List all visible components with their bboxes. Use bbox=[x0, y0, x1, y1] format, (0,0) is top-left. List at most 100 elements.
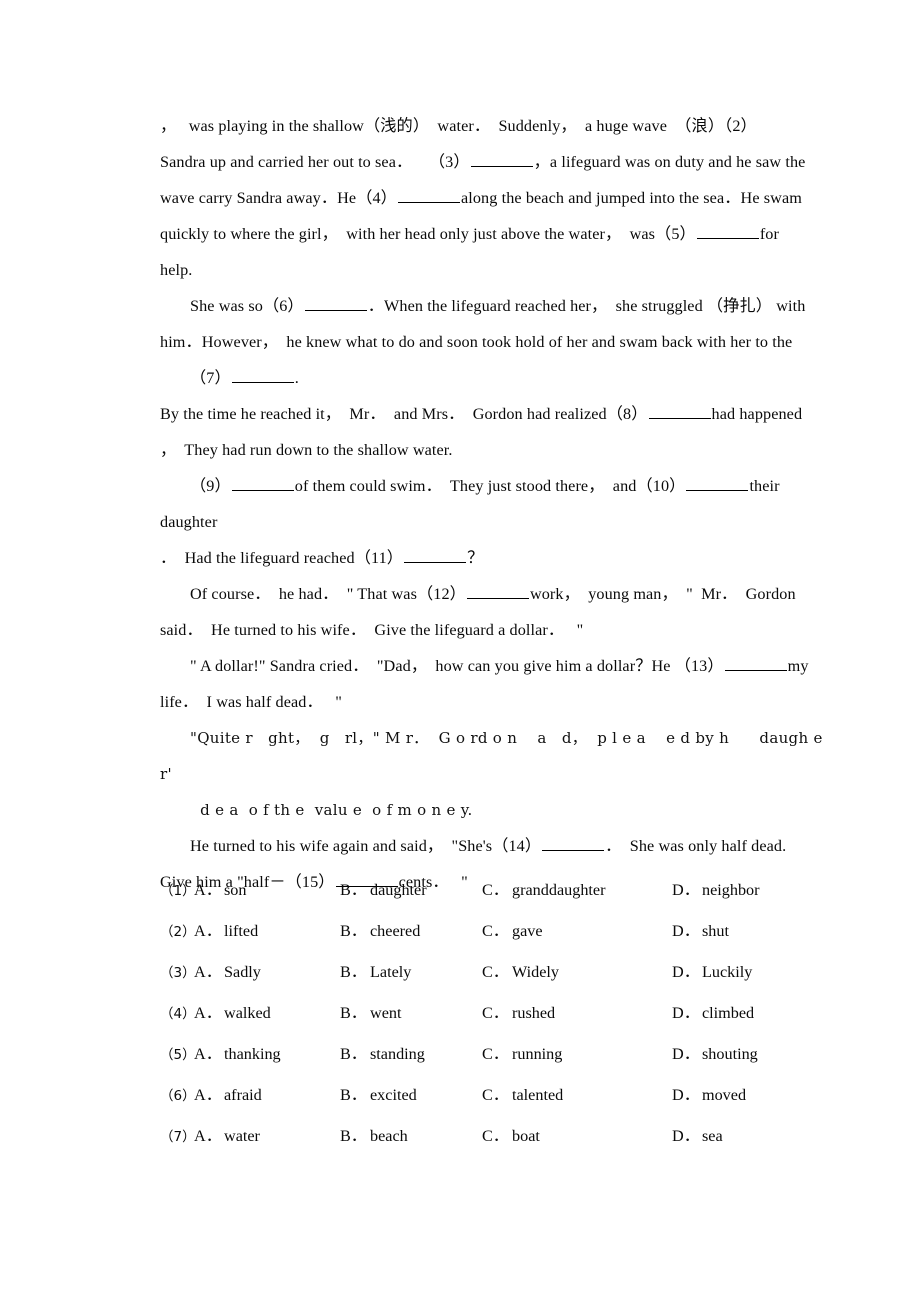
passage-line: "Quite r ght， g rl，" M r． G o rd o n a d… bbox=[160, 720, 828, 792]
option-choice[interactable]: A． thanking bbox=[194, 1040, 340, 1064]
option-choice[interactable]: D． climbed bbox=[672, 999, 822, 1023]
passage-text: ． Had the lifeguard reached（11） bbox=[160, 549, 404, 567]
option-choice[interactable]: A． walked bbox=[194, 999, 340, 1023]
option-text: running bbox=[512, 1045, 563, 1063]
option-choice[interactable]: D． shouting bbox=[672, 1040, 822, 1064]
option-choice[interactable]: D． shut bbox=[672, 917, 822, 941]
fill-in-blank[interactable] bbox=[304, 295, 367, 311]
option-choice[interactable]: A． water bbox=[194, 1122, 340, 1146]
option-text: afraid bbox=[224, 1086, 262, 1104]
option-choice[interactable]: C． Widely bbox=[482, 958, 672, 982]
passage-text: （7） bbox=[190, 369, 231, 387]
option-text: gave bbox=[512, 922, 543, 940]
option-letter: C． bbox=[482, 963, 509, 981]
option-choice[interactable]: B． excited bbox=[340, 1081, 482, 1105]
passage-line: She was so（6） ．When the lifeguard reached… bbox=[160, 288, 828, 324]
option-text: went bbox=[370, 1004, 402, 1022]
option-letter: D． bbox=[672, 963, 700, 981]
question-number: （2） bbox=[160, 924, 196, 940]
fill-in-blank[interactable] bbox=[724, 655, 787, 671]
option-letter: C． bbox=[482, 881, 509, 899]
option-letter: C． bbox=[482, 1086, 509, 1104]
passage-text: "Quite r ght， g rl，" M r． G o rd o n a d… bbox=[160, 729, 828, 783]
option-choice[interactable]: B． cheered bbox=[340, 917, 482, 941]
option-choice[interactable]: B． standing bbox=[340, 1040, 482, 1064]
fill-in-blank[interactable] bbox=[231, 367, 294, 383]
option-text: water bbox=[224, 1127, 260, 1145]
fill-in-blank[interactable] bbox=[470, 151, 533, 167]
passage-line: wave carry Sandra away．He（4） along the be… bbox=[160, 180, 828, 216]
fill-in-blank[interactable] bbox=[686, 475, 749, 491]
option-choice[interactable]: B． daughter bbox=[340, 876, 482, 900]
option-choice[interactable]: D． moved bbox=[672, 1081, 822, 1105]
option-text: son bbox=[224, 881, 247, 899]
passage-line: He turned to his wife again and said， "S… bbox=[160, 828, 828, 864]
passage-text: By the time he reached it， Mr． and Mrs． … bbox=[160, 405, 648, 423]
option-row: （5） A． thanking B． standing C． running D． shouti… bbox=[160, 1040, 828, 1081]
option-choice[interactable]: B． Lately bbox=[340, 958, 482, 982]
option-choice[interactable]: A． lifted bbox=[194, 917, 340, 941]
passage-text: said． He turned to his wife． Give the li… bbox=[160, 621, 584, 639]
fill-in-blank[interactable] bbox=[542, 835, 605, 851]
passage-line: （7）. bbox=[160, 360, 828, 396]
option-choice[interactable]: C． granddaughter bbox=[482, 876, 672, 900]
fill-in-blank[interactable] bbox=[648, 403, 711, 419]
option-letter: D． bbox=[672, 1127, 700, 1145]
option-text: cheered bbox=[370, 922, 421, 940]
passage-line: Of course． he had． " That was（12） work， y… bbox=[160, 576, 828, 612]
passage-text: Of course． he had． " That was（12） bbox=[190, 585, 466, 603]
option-choice[interactable]: A． Sadly bbox=[194, 958, 340, 982]
option-letter: C． bbox=[482, 1045, 509, 1063]
passage-line: ， was playing in the shallow（浅的） water． … bbox=[160, 108, 828, 144]
fill-in-blank[interactable] bbox=[231, 475, 294, 491]
option-choice[interactable]: A． afraid bbox=[194, 1081, 340, 1105]
option-text: Sadly bbox=[224, 963, 261, 981]
passage-text: . bbox=[294, 369, 299, 387]
passage-text: ？ bbox=[467, 549, 484, 567]
option-text: Lately bbox=[370, 963, 412, 981]
option-letter: D． bbox=[672, 1004, 700, 1022]
option-text: shut bbox=[702, 922, 729, 940]
fill-in-blank[interactable] bbox=[397, 187, 460, 203]
option-choice[interactable]: B． went bbox=[340, 999, 482, 1023]
option-row: （6） A． afraid B． excited C． talented D． moved bbox=[160, 1081, 828, 1122]
fill-in-blank[interactable] bbox=[404, 547, 467, 563]
option-choice[interactable]: C． talented bbox=[482, 1081, 672, 1105]
option-letter: A． bbox=[194, 922, 222, 940]
option-row: （7） A． water B． beach C． boat D． sea bbox=[160, 1122, 828, 1163]
option-choice[interactable]: D． Luckily bbox=[672, 958, 822, 982]
passage-line: d e a o f th e valu e o f m o n e y. bbox=[160, 792, 828, 828]
passage-line: ， They had run down to the shallow water… bbox=[160, 432, 828, 468]
passage-text: Sandra up and carried her out to sea． （3… bbox=[160, 153, 470, 171]
option-choice[interactable]: D． neighbor bbox=[672, 876, 822, 900]
option-choice[interactable]: C． running bbox=[482, 1040, 672, 1064]
option-letter: D． bbox=[672, 881, 700, 899]
option-row: （2） A． lifted B． cheered C． gave D． shut bbox=[160, 917, 828, 958]
option-letter: D． bbox=[672, 1045, 700, 1063]
option-letter: B． bbox=[340, 922, 367, 940]
answer-options-list: （1） A． son B． daughter C． granddaughter D． neigh… bbox=[160, 876, 828, 1163]
passage-text: quickly to where the girl， with her head… bbox=[160, 225, 696, 243]
question-number: （5） bbox=[160, 1047, 196, 1063]
option-choice[interactable]: C． rushed bbox=[482, 999, 672, 1023]
fill-in-blank[interactable] bbox=[466, 583, 529, 599]
option-text: rushed bbox=[512, 1004, 556, 1022]
option-choice[interactable]: C． boat bbox=[482, 1122, 672, 1146]
option-text: neighbor bbox=[702, 881, 760, 899]
option-letter: A． bbox=[194, 963, 222, 981]
option-letter: D． bbox=[672, 922, 700, 940]
option-text: granddaughter bbox=[512, 881, 606, 899]
passage-text: ， was playing in the shallow（浅的） water． … bbox=[160, 117, 757, 135]
option-choice[interactable]: D． sea bbox=[672, 1122, 822, 1146]
option-row: （1） A． son B． daughter C． granddaughter D． neigh… bbox=[160, 876, 828, 917]
option-text: excited bbox=[370, 1086, 417, 1104]
option-choice[interactable]: A． son bbox=[194, 876, 340, 900]
passage-line: By the time he reached it， Mr． and Mrs． … bbox=[160, 396, 828, 432]
passage-text: of them could swim． They just stood ther… bbox=[294, 477, 686, 495]
passage-text: ，a lifeguard was on duty and he saw the bbox=[533, 153, 806, 171]
option-choice[interactable]: B． beach bbox=[340, 1122, 482, 1146]
passage-text: ， They had run down to the shallow water… bbox=[160, 441, 453, 459]
question-number: （1） bbox=[160, 883, 196, 899]
option-choice[interactable]: C． gave bbox=[482, 917, 672, 941]
fill-in-blank[interactable] bbox=[696, 223, 759, 239]
